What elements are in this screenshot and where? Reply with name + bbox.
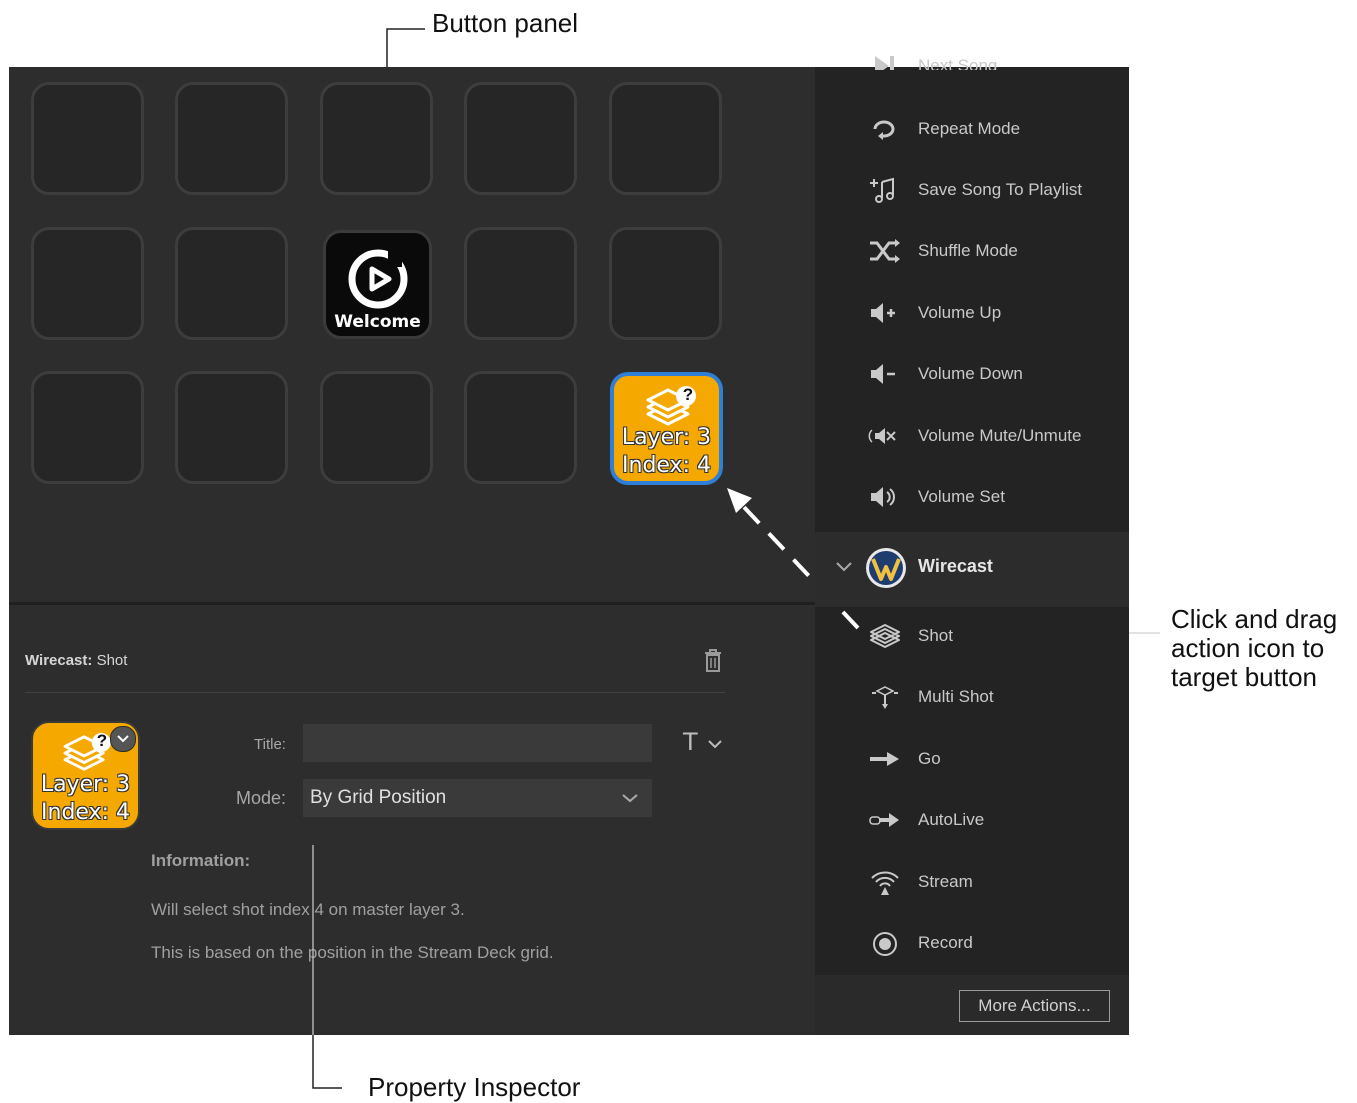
- annotation-inspector-leader: [312, 845, 314, 1035]
